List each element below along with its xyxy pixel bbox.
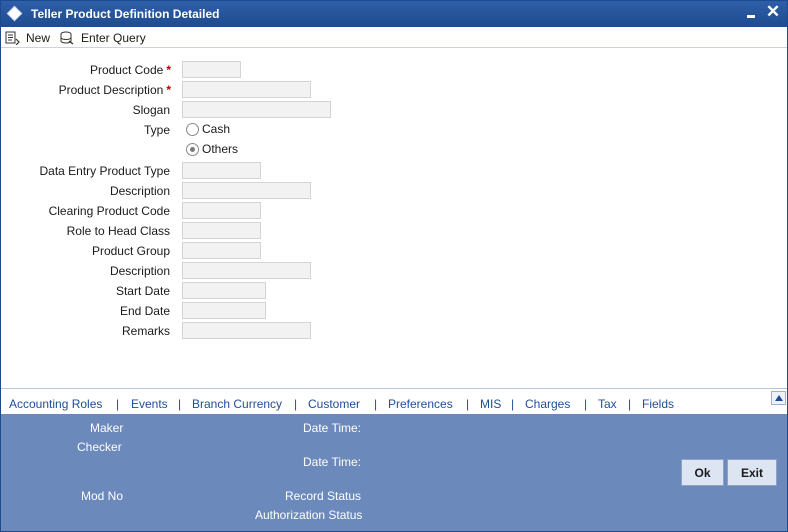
description-input[interactable] <box>182 182 311 199</box>
role-to-head-class-input[interactable] <box>182 222 261 239</box>
tab-separator: | <box>178 397 182 411</box>
start-date-label: Start Date <box>115 284 170 298</box>
query-icon <box>60 31 74 45</box>
radio-selected-icon <box>186 142 199 156</box>
product-description-input[interactable] <box>182 81 311 98</box>
type-label: Type <box>143 123 170 137</box>
required-marker: * <box>166 83 171 97</box>
toolbar: New Enter Query <box>1 27 787 48</box>
close-icon[interactable]: ✕ <box>765 3 781 20</box>
tab-separator: | <box>294 397 298 411</box>
minimize-icon[interactable] <box>745 8 759 22</box>
data-entry-product-type-label: Data Entry Product Type <box>39 164 170 178</box>
end-date-label: End Date <box>119 304 170 318</box>
start-date-input[interactable] <box>182 282 266 299</box>
product-code-input[interactable] <box>182 61 241 78</box>
remarks-input[interactable] <box>182 322 311 339</box>
window-title: Teller Product Definition Detailed <box>31 7 220 21</box>
description-label: Description <box>109 184 170 198</box>
tab-separator: | <box>374 397 378 411</box>
end-date-input[interactable] <box>182 302 266 319</box>
app-diamond-icon <box>6 5 23 22</box>
clearing-product-code-input[interactable] <box>182 202 261 219</box>
type-cash-radio[interactable]: Cash <box>186 122 230 136</box>
product-code-label: Product Code * <box>1 63 171 77</box>
new-button-label: New <box>26 30 51 45</box>
tab-separator: | <box>628 397 632 411</box>
product-group-label: Product Group <box>91 244 170 258</box>
product-form: Product Code * Product Description * Sloga… <box>1 49 787 387</box>
clearing-product-code-label: Clearing Product Code <box>48 204 170 218</box>
tab-events[interactable]: Events <box>131 397 168 411</box>
tab-fields[interactable]: Fields <box>642 397 674 411</box>
role-to-head-class-label: Role to Head Class <box>66 224 170 238</box>
audit-footer: Maker Checker Mod No Date Time: Date Tim… <box>1 414 787 531</box>
checker-date-time-label: Date Time: <box>303 455 362 469</box>
title-bar[interactable]: Teller Product Definition Detailed ✕ <box>1 1 787 27</box>
scroll-up-icon[interactable] <box>771 391 786 405</box>
tab-charges[interactable]: Charges <box>525 397 570 411</box>
maker-label: Maker <box>90 421 124 435</box>
tab-separator: | <box>466 397 470 411</box>
ok-button[interactable]: Ok <box>681 459 724 486</box>
remarks-label: Remarks <box>121 324 170 338</box>
group-description-input[interactable] <box>182 262 311 279</box>
checker-label: Checker <box>77 440 122 454</box>
authorization-status-label: Authorization Status <box>255 508 363 522</box>
maker-date-time-label: Date Time: <box>303 421 362 435</box>
record-status-label: Record Status <box>285 489 362 503</box>
subsystem-tab-bar: Accounting Roles | Events | Branch Curre… <box>1 388 787 414</box>
type-cash-label: Cash <box>202 122 231 136</box>
product-description-label-text: Product Description <box>58 83 164 97</box>
group-description-label: Description <box>109 264 170 278</box>
data-entry-product-type-input[interactable] <box>182 162 261 179</box>
product-group-input[interactable] <box>182 242 261 259</box>
new-record-icon <box>5 31 20 45</box>
product-description-label: Product Description * <box>1 83 171 97</box>
tab-branch-currency[interactable]: Branch Currency <box>192 397 282 411</box>
slogan-label: Slogan <box>132 103 170 117</box>
product-code-label-text: Product Code <box>89 63 164 77</box>
tab-tax[interactable]: Tax <box>598 397 617 411</box>
tab-separator: | <box>116 397 120 411</box>
tab-accounting-roles[interactable]: Accounting Roles <box>9 397 102 411</box>
slogan-input[interactable] <box>182 101 331 118</box>
tab-customer[interactable]: Customer <box>308 397 360 411</box>
enter-query-button[interactable]: Enter Query <box>60 29 146 46</box>
exit-button[interactable]: Exit <box>727 459 777 486</box>
required-marker: * <box>166 63 171 77</box>
radio-unselected-icon <box>186 122 199 136</box>
tab-mis[interactable]: MIS <box>480 397 501 411</box>
enter-query-button-label: Enter Query <box>81 30 146 45</box>
teller-product-window: Teller Product Definition Detailed ✕ New… <box>0 0 788 532</box>
type-others-radio[interactable]: Others <box>186 142 238 156</box>
tab-separator: | <box>584 397 588 411</box>
type-others-label: Others <box>202 142 239 156</box>
new-button[interactable]: New <box>5 29 50 46</box>
tab-preferences[interactable]: Preferences <box>388 397 453 411</box>
tab-separator: | <box>511 397 515 411</box>
mod-no-label: Mod No <box>81 489 124 503</box>
